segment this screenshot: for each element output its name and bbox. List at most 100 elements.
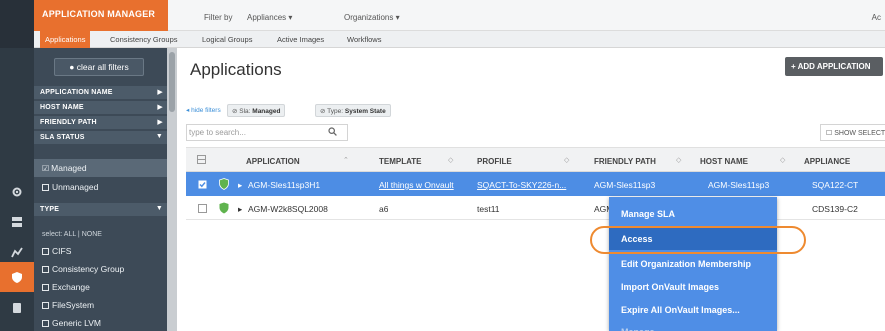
sort-icon[interactable]: ⌃ bbox=[343, 156, 349, 164]
column-template[interactable]: TEMPLATE bbox=[379, 148, 422, 171]
table-row[interactable]: ▸ AGM-W2k8SQL2008 a6 test11 AGM- CDS139-… bbox=[186, 196, 885, 220]
cell-application[interactable]: AGM-Sles11sp3H1 bbox=[248, 172, 320, 196]
cell-host-name: AGM-Sles11sp3 bbox=[708, 180, 770, 190]
clear-all-filters-button[interactable]: ● clear all filters bbox=[54, 58, 144, 76]
select-all-icon[interactable] bbox=[197, 148, 206, 171]
select-all-none[interactable]: select: ALL | NONE bbox=[34, 228, 167, 242]
type-option-filesystem[interactable]: FileSystem bbox=[34, 296, 167, 314]
filter-chip-sla[interactable]: ⊘ Sla: Managed bbox=[227, 104, 286, 117]
row-checkbox[interactable] bbox=[198, 196, 207, 219]
page-title: Applications bbox=[190, 60, 282, 79]
search-placeholder: type to search... bbox=[189, 128, 246, 137]
remove-chip-icon[interactable]: ⊘ bbox=[232, 108, 237, 115]
expand-icon[interactable]: ▸ bbox=[238, 196, 242, 219]
topbar-right-text[interactable]: Ac bbox=[872, 13, 881, 22]
type-option-consistency-group[interactable]: Consistency Group bbox=[34, 260, 167, 278]
cell-appliance: SQA122-CT bbox=[812, 180, 859, 190]
cell-template-link[interactable]: All things w Onvault bbox=[379, 172, 471, 196]
checkbox-icon bbox=[42, 320, 49, 327]
menu-item-manage-sla[interactable]: Manage SLA bbox=[609, 203, 777, 225]
sla-option-managed[interactable]: ☑ Managed bbox=[34, 159, 167, 177]
filter-header-sla-status[interactable]: SLA STATUS ▼ bbox=[34, 131, 167, 145]
gear-icon[interactable] bbox=[0, 178, 34, 206]
filter-chip-type[interactable]: ⊘ Type: System State bbox=[315, 104, 391, 117]
remove-chip-icon[interactable]: ⊘ bbox=[320, 108, 325, 115]
cell-profile-link[interactable]: SQACT-To-SKY226-n... bbox=[477, 172, 577, 196]
filter-sidebar: ● clear all filters APPLICATION NAME ▶ H… bbox=[34, 48, 177, 331]
column-application[interactable]: APPLICATION bbox=[246, 148, 300, 171]
checkbox-icon bbox=[42, 302, 49, 309]
sort-icon[interactable]: ◇ bbox=[448, 156, 453, 164]
app-title[interactable]: APPLICATION MANAGER bbox=[34, 0, 168, 31]
show-selected-toggle[interactable]: ☐ SHOW SELECT bbox=[820, 124, 885, 141]
sidebar-scrollbar[interactable] bbox=[167, 48, 177, 331]
tab-active-images[interactable]: Active Images bbox=[277, 31, 324, 48]
tab-applications[interactable]: Applications bbox=[40, 31, 91, 48]
column-appliance[interactable]: APPLIANCE bbox=[804, 148, 850, 171]
organizations-dropdown[interactable]: Organizations ▾ bbox=[344, 13, 400, 22]
tab-workflows[interactable]: Workflows bbox=[347, 31, 381, 48]
menu-item-import-onvault-images[interactable]: Import OnVault Images bbox=[609, 276, 777, 298]
cell-friendly-path: AGM-Sles11sp3 bbox=[594, 180, 656, 190]
chip-value: System State bbox=[344, 108, 386, 115]
shield-status-icon bbox=[219, 196, 229, 219]
rail-top-block bbox=[0, 0, 34, 48]
filter-by-label: Filter by bbox=[204, 13, 233, 22]
cell-appliance: CDS139-C2 bbox=[812, 204, 858, 214]
table-header: APPLICATION ⌃ TEMPLATE ◇ PROFILE ◇ FRIEN… bbox=[186, 147, 885, 172]
server-icon[interactable] bbox=[0, 208, 34, 236]
filter-header-label: FRIENDLY PATH bbox=[40, 119, 97, 126]
expand-icon[interactable]: ▸ bbox=[238, 172, 242, 196]
filter-header-label: APPLICATION NAME bbox=[40, 89, 113, 96]
filter-header-host-name[interactable]: HOST NAME ▶ bbox=[34, 101, 167, 115]
row-checkbox[interactable] bbox=[198, 172, 207, 196]
main-panel: Applications + ADD APPLICATION ◂ hide fi… bbox=[177, 48, 885, 331]
option-label: Consistency Group bbox=[52, 264, 125, 274]
filter-header-label: TYPE bbox=[40, 206, 60, 213]
filter-header-label: SLA STATUS bbox=[40, 134, 85, 141]
shield-icon[interactable] bbox=[0, 262, 34, 292]
sub-nav: Applications Consistency Groups Logical … bbox=[34, 31, 885, 48]
search-input[interactable]: type to search... bbox=[186, 124, 348, 141]
option-label: Managed bbox=[51, 163, 87, 173]
menu-item-edit-organization-membership[interactable]: Edit Organization Membership bbox=[609, 253, 777, 275]
type-option-generic-lvm[interactable]: Generic LVM bbox=[34, 314, 167, 331]
checkbox-icon bbox=[42, 266, 49, 273]
sort-icon[interactable]: ◇ bbox=[676, 156, 681, 164]
cell-application[interactable]: AGM-W2k8SQL2008 bbox=[248, 196, 328, 219]
cell-template: a6 bbox=[379, 204, 389, 214]
chip-label: Type: bbox=[327, 108, 344, 115]
filter-header-type[interactable]: TYPE ▼ bbox=[34, 203, 167, 217]
tab-logical-groups[interactable]: Logical Groups bbox=[202, 31, 252, 48]
table-row[interactable]: ▸ AGM-Sles11sp3H1 All things w Onvault S… bbox=[186, 172, 885, 196]
filter-header-application-name[interactable]: APPLICATION NAME ▶ bbox=[34, 86, 167, 100]
appliances-dropdown[interactable]: Appliances ▾ bbox=[247, 13, 292, 22]
chevron-down-icon: ▼ bbox=[155, 133, 163, 140]
menu-item-partial[interactable]: Manage ... bbox=[609, 321, 777, 331]
clear-circle-icon: ● bbox=[69, 62, 75, 72]
sort-icon[interactable]: ◇ bbox=[780, 156, 785, 164]
type-option-exchange[interactable]: Exchange bbox=[34, 278, 167, 296]
column-friendly-path[interactable]: FRIENDLY PATH bbox=[594, 148, 656, 171]
menu-item-expire-all-onvault-images[interactable]: Expire All OnVault Images... bbox=[609, 299, 777, 321]
chip-value: Managed bbox=[252, 108, 281, 115]
sort-icon[interactable]: ◇ bbox=[564, 156, 569, 164]
tab-consistency-groups[interactable]: Consistency Groups bbox=[110, 31, 178, 48]
filter-header-friendly-path[interactable]: FRIENDLY PATH ▶ bbox=[34, 116, 167, 130]
clear-all-filters-label: clear all filters bbox=[76, 62, 129, 72]
option-label: Generic LVM bbox=[52, 318, 101, 328]
checkbox-checked-icon: ☑ bbox=[42, 164, 50, 173]
scrollbar-thumb[interactable] bbox=[169, 52, 175, 112]
type-option-cifs[interactable]: CIFS bbox=[34, 242, 167, 260]
row-context-menu: Manage SLA Access Edit Organization Memb… bbox=[609, 197, 777, 331]
chevron-right-icon: ▶ bbox=[157, 104, 163, 111]
sla-option-unmanaged[interactable]: Unmanaged bbox=[34, 178, 167, 196]
hide-filters-link[interactable]: ◂ hide filters bbox=[186, 106, 221, 114]
column-profile[interactable]: PROFILE bbox=[477, 148, 512, 171]
chevron-right-icon: ▶ bbox=[157, 119, 163, 126]
disk-icon[interactable] bbox=[0, 294, 34, 322]
filter-header-label: HOST NAME bbox=[40, 104, 84, 111]
add-application-button[interactable]: + ADD APPLICATION bbox=[785, 57, 883, 76]
search-icon[interactable] bbox=[328, 127, 337, 138]
column-host-name[interactable]: HOST NAME bbox=[700, 148, 748, 171]
